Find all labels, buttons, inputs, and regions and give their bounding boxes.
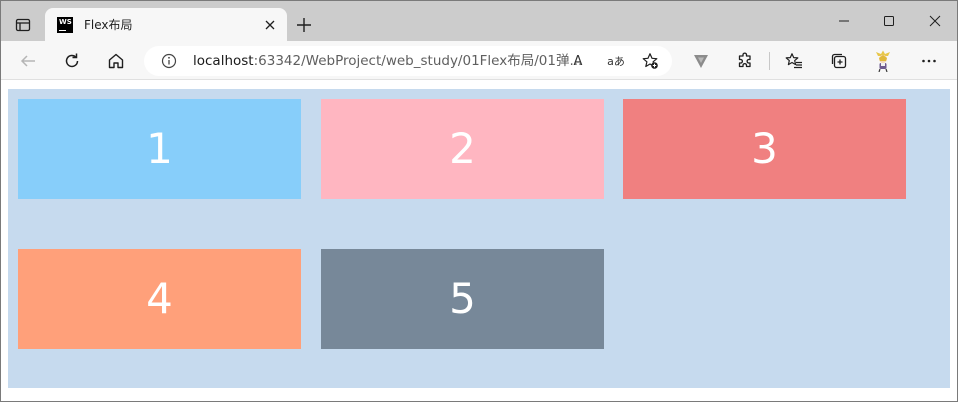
collections-icon[interactable] (828, 50, 850, 72)
tab-strip: WS Flex布局 (1, 1, 957, 42)
more-icon[interactable] (918, 50, 940, 72)
favorites-icon[interactable] (783, 50, 805, 72)
flex-box-1: 1 (18, 99, 301, 199)
url-host: localhost (193, 53, 254, 69)
flex-box-label: 1 (146, 124, 173, 173)
flex-box-3: 3 (623, 99, 906, 199)
close-tab-icon[interactable] (263, 18, 277, 32)
close-window-button[interactable] (924, 11, 946, 31)
back-icon[interactable] (17, 50, 39, 72)
translate-icon[interactable]: aあ (604, 52, 628, 70)
page-content: 1 2 3 4 5 (1, 81, 957, 401)
url-text: localhost:63342/WebProject/web_study/01F… (193, 53, 582, 69)
refresh-icon[interactable] (61, 50, 83, 72)
vpn-icon[interactable] (690, 50, 712, 72)
read-aloud-label: A (573, 53, 583, 69)
url-path: :63342/WebProject/web_study/01Flex布局/01弹… (253, 53, 583, 69)
profile-icon[interactable] (872, 50, 894, 72)
translate-label: aあ (607, 55, 625, 68)
browser-tab[interactable]: WS Flex布局 (45, 8, 287, 42)
extensions-icon[interactable] (734, 50, 756, 72)
address-bar[interactable]: localhost:63342/WebProject/web_study/01F… (144, 46, 672, 76)
flex-box-label: 3 (751, 124, 778, 173)
toolbar-separator (769, 52, 770, 70)
flex-box-label: 5 (449, 274, 476, 323)
home-icon[interactable] (105, 50, 127, 72)
browser-window: WS Flex布局 localhost:63342/WebProject/web… (0, 0, 958, 402)
tab-title: Flex布局 (84, 18, 133, 32)
webstorm-icon: WS (57, 17, 73, 33)
flex-box-4: 4 (18, 249, 301, 349)
minimize-button[interactable] (833, 11, 855, 31)
new-tab-button[interactable] (294, 15, 314, 35)
flex-box-label: 2 (449, 124, 476, 173)
tab-actions-icon[interactable] (11, 13, 35, 37)
read-aloud-icon[interactable]: A (569, 52, 587, 70)
info-icon[interactable] (161, 53, 177, 69)
favorite-add-icon[interactable] (641, 52, 659, 70)
browser-toolbar: localhost:63342/WebProject/web_study/01F… (1, 41, 957, 80)
flex-box-label: 4 (146, 274, 173, 323)
flex-container: 1 2 3 4 5 (8, 89, 950, 388)
maximize-button[interactable] (878, 11, 900, 31)
flex-box-2: 2 (321, 99, 604, 199)
flex-box-5: 5 (321, 249, 604, 349)
